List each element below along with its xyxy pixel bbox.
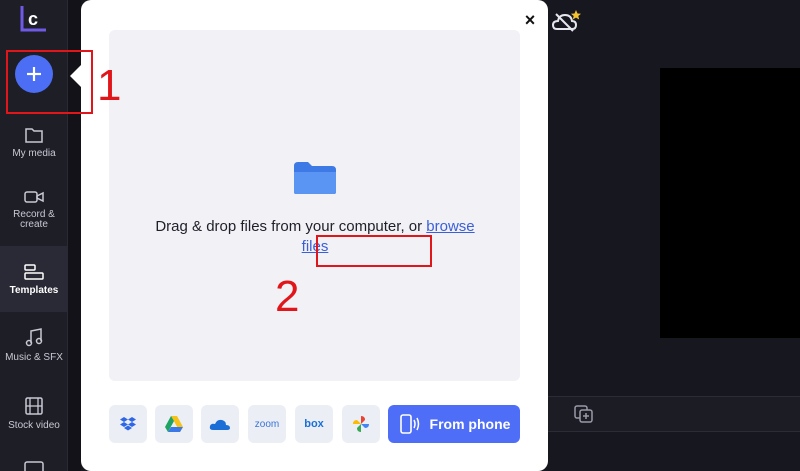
film-icon [25,397,43,415]
svg-text:c: c [28,9,38,29]
from-phone-button[interactable]: From phone [388,405,520,443]
sidebar-item-label: Templates [9,284,59,296]
clipchamp-logo-icon: c [18,4,50,34]
sidebar-item-label: Record & create [13,209,55,230]
phone-icon [399,414,419,434]
close-button[interactable]: × [520,10,540,30]
sidebar-item-my-media[interactable]: My media [0,126,68,172]
zoom-button[interactable]: zoom [248,405,286,443]
dropbox-button[interactable] [109,405,147,443]
google-photos-icon [353,416,369,432]
image-icon[interactable] [24,460,44,471]
annotation-box-step2 [316,235,432,267]
drop-instructions-text: Drag & drop files from your computer, or [155,218,427,235]
from-phone-label: From phone [429,416,511,432]
cloud-offline-icon[interactable] [551,9,581,40]
google-drive-button[interactable] [155,405,193,443]
file-dropzone[interactable] [109,30,520,381]
google-photos-button[interactable] [342,405,380,443]
sidebar-item-label: My media [12,148,56,159]
dropbox-icon [120,417,136,431]
google-drive-icon [165,416,183,432]
sidebar-item-music-sfx[interactable]: Music & SFX [0,328,68,368]
annotation-box-step1 [6,50,93,114]
camera-icon [24,191,44,203]
music-note-icon [25,328,43,347]
add-track-icon[interactable] [574,405,594,428]
annotation-number-step2: 2 [275,272,300,321]
zoom-logo: zoom [254,418,280,430]
onedrive-button[interactable] [201,405,239,443]
folder-icon [25,128,43,143]
sidebar-item-label: Music & SFX [5,352,63,363]
sidebar-item-stock-video[interactable]: Stock video [0,396,68,436]
box-button[interactable]: box [295,405,333,443]
video-preview [660,68,800,338]
box-logo: box [304,418,324,430]
onedrive-icon [209,419,230,430]
folder-icon [292,160,338,201]
sidebar-item-templates[interactable]: Templates [0,246,68,312]
sidebar-item-label: Stock video [8,420,60,431]
sidebar-item-record-create[interactable]: Record & create [0,189,68,237]
templates-icon [24,263,44,280]
annotation-number-step1: 1 [97,61,122,110]
